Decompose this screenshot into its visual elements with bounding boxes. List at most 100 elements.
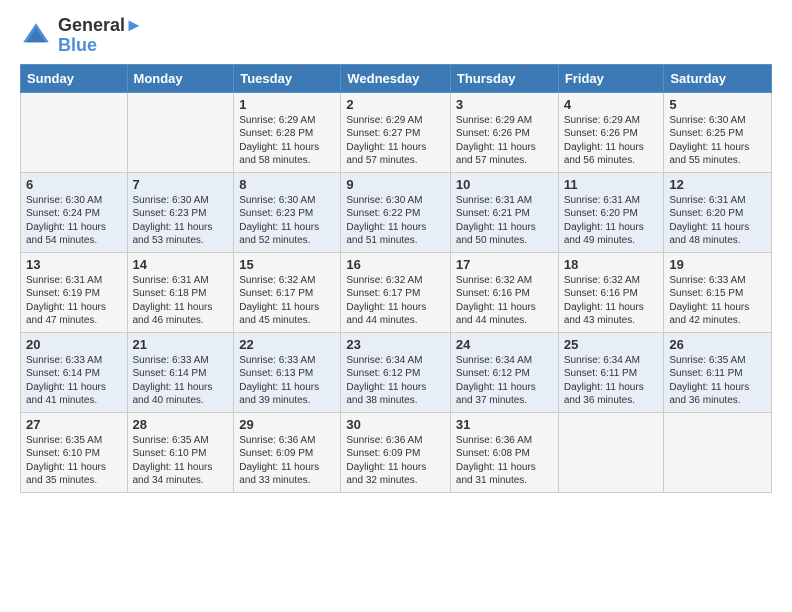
calendar-cell: 20 Sunrise: 6:33 AM Sunset: 6:14 PM Dayli… — [21, 332, 128, 412]
calendar-cell: 19 Sunrise: 6:33 AM Sunset: 6:15 PM Dayli… — [664, 252, 772, 332]
day-info: Sunrise: 6:32 AM Sunset: 6:17 PM Dayligh… — [239, 274, 335, 328]
calendar-cell: 5 Sunrise: 6:30 AM Sunset: 6:25 PM Daylig… — [664, 92, 772, 172]
calendar-cell: 24Sunrise: 6:34 AM Sunset: 6:12 PM Dayli… — [450, 332, 558, 412]
day-number: 3 — [456, 97, 553, 112]
day-info: Sunrise: 6:30 AM Sunset: 6:23 PM Dayligh… — [133, 194, 229, 248]
calendar-week-row: 6Sunrise: 6:30 AM Sunset: 6:24 PM Daylig… — [21, 172, 772, 252]
calendar-header: SundayMondayTuesdayWednesdayThursdayFrid… — [21, 64, 772, 92]
calendar-week-row: 13 Sunrise: 6:31 AM Sunset: 6:19 PM Dayli… — [21, 252, 772, 332]
calendar-cell: 23 Sunrise: 6:34 AM Sunset: 6:12 PM Dayli… — [341, 332, 451, 412]
day-number: 14 — [133, 257, 229, 272]
calendar-table: SundayMondayTuesdayWednesdayThursdayFrid… — [20, 64, 772, 493]
day-number: 21 — [133, 337, 229, 352]
weekday-header: Monday — [127, 64, 234, 92]
day-number: 18 — [564, 257, 659, 272]
day-number: 19 — [669, 257, 766, 272]
calendar-cell: 4 Sunrise: 6:29 AM Sunset: 6:26 PM Daylig… — [558, 92, 664, 172]
calendar-cell: 15 Sunrise: 6:32 AM Sunset: 6:17 PM Dayli… — [234, 252, 341, 332]
day-number: 30 — [346, 417, 445, 432]
day-number: 25 — [564, 337, 659, 352]
day-info: Sunrise: 6:31 AM Sunset: 6:18 PM Dayligh… — [133, 274, 229, 328]
day-number: 23 — [346, 337, 445, 352]
calendar-week-row: 1 Sunrise: 6:29 AM Sunset: 6:28 PM Daylig… — [21, 92, 772, 172]
day-number: 10 — [456, 177, 553, 192]
calendar-cell: 30 Sunrise: 6:36 AM Sunset: 6:09 PM Dayli… — [341, 412, 451, 492]
day-info: Sunrise: 6:29 AM Sunset: 6:26 PM Dayligh… — [456, 114, 553, 168]
day-info: Sunrise: 6:36 AM Sunset: 6:08 PM Dayligh… — [456, 434, 553, 488]
calendar-cell: 10 Sunrise: 6:31 AM Sunset: 6:21 PM Dayli… — [450, 172, 558, 252]
calendar-cell — [664, 412, 772, 492]
calendar-cell: 7 Sunrise: 6:30 AM Sunset: 6:23 PM Daylig… — [127, 172, 234, 252]
calendar-cell: 9 Sunrise: 6:30 AM Sunset: 6:22 PM Daylig… — [341, 172, 451, 252]
day-info: Sunrise: 6:33 AM Sunset: 6:13 PM Dayligh… — [239, 354, 335, 408]
day-info: Sunrise: 6:30 AM Sunset: 6:25 PM Dayligh… — [669, 114, 766, 168]
day-number: 15 — [239, 257, 335, 272]
day-number: 11 — [564, 177, 659, 192]
day-number: 4 — [564, 97, 659, 112]
calendar-cell: 27Sunrise: 6:35 AM Sunset: 6:10 PM Dayli… — [21, 412, 128, 492]
day-number: 28 — [133, 417, 229, 432]
calendar-cell: 11 Sunrise: 6:31 AM Sunset: 6:20 PM Dayli… — [558, 172, 664, 252]
day-number: 7 — [133, 177, 229, 192]
calendar-cell: 3 Sunrise: 6:29 AM Sunset: 6:26 PM Daylig… — [450, 92, 558, 172]
calendar-cell: 13 Sunrise: 6:31 AM Sunset: 6:19 PM Dayli… — [21, 252, 128, 332]
day-info: Sunrise: 6:31 AM Sunset: 6:19 PM Dayligh… — [26, 274, 122, 328]
day-info: Sunrise: 6:33 AM Sunset: 6:14 PM Dayligh… — [26, 354, 122, 408]
day-number: 31 — [456, 417, 553, 432]
weekday-header: Friday — [558, 64, 664, 92]
day-number: 26 — [669, 337, 766, 352]
day-number: 9 — [346, 177, 445, 192]
calendar-cell: 29Sunrise: 6:36 AM Sunset: 6:09 PM Dayli… — [234, 412, 341, 492]
calendar-cell: 16 Sunrise: 6:32 AM Sunset: 6:17 PM Dayli… — [341, 252, 451, 332]
calendar-cell: 12 Sunrise: 6:31 AM Sunset: 6:20 PM Dayli… — [664, 172, 772, 252]
day-info: Sunrise: 6:36 AM Sunset: 6:09 PM Dayligh… — [346, 434, 445, 488]
calendar-cell: 28 Sunrise: 6:35 AM Sunset: 6:10 PM Dayli… — [127, 412, 234, 492]
day-number: 13 — [26, 257, 122, 272]
weekday-header: Saturday — [664, 64, 772, 92]
calendar-cell: 17 Sunrise: 6:32 AM Sunset: 6:16 PM Dayli… — [450, 252, 558, 332]
weekday-header: Wednesday — [341, 64, 451, 92]
calendar-week-row: 27 Sunrise: 6:35 AM Sunset: 6:10 PM Dayli… — [21, 412, 772, 492]
calendar-cell — [558, 412, 664, 492]
day-number: 12 — [669, 177, 766, 192]
calendar-cell: 22Sunrise: 6:33 AM Sunset: 6:13 PM Dayli… — [234, 332, 341, 412]
day-info: Sunrise: 6:32 AM Sunset: 6:16 PM Dayligh… — [564, 274, 659, 328]
calendar-cell: 14 Sunrise: 6:31 AM Sunset: 6:18 PM Dayli… — [127, 252, 234, 332]
day-number: 8 — [239, 177, 335, 192]
weekday-header: Tuesday — [234, 64, 341, 92]
day-number: 16 — [346, 257, 445, 272]
calendar-cell: 25Sunrise: 6:34 AM Sunset: 6:11 PM Dayli… — [558, 332, 664, 412]
calendar-week-row: 20 Sunrise: 6:33 AM Sunset: 6:14 PM Dayli… — [21, 332, 772, 412]
day-info: Sunrise: 6:29 AM Sunset: 6:28 PM Dayligh… — [239, 114, 335, 168]
day-info: Sunrise: 6:35 AM Sunset: 6:10 PM Dayligh… — [133, 434, 229, 488]
page-header: General► Blue — [20, 16, 772, 56]
weekday-header: Thursday — [450, 64, 558, 92]
logo-text: General► Blue — [58, 16, 143, 56]
calendar-cell — [21, 92, 128, 172]
calendar-cell: 18 Sunrise: 6:32 AM Sunset: 6:16 PM Dayli… — [558, 252, 664, 332]
day-number: 17 — [456, 257, 553, 272]
day-info: Sunrise: 6:29 AM Sunset: 6:27 PM Dayligh… — [346, 114, 445, 168]
day-info: Sunrise: 6:33 AM Sunset: 6:15 PM Dayligh… — [669, 274, 766, 328]
day-info: Sunrise: 6:32 AM Sunset: 6:16 PM Dayligh… — [456, 274, 553, 328]
calendar-cell: 2 Sunrise: 6:29 AM Sunset: 6:27 PM Daylig… — [341, 92, 451, 172]
day-info: Sunrise: 6:30 AM Sunset: 6:22 PM Dayligh… — [346, 194, 445, 248]
day-info: Sunrise: 6:31 AM Sunset: 6:20 PM Dayligh… — [564, 194, 659, 248]
day-info: Sunrise: 6:35 AM Sunset: 6:11 PM Dayligh… — [669, 354, 766, 408]
weekday-header: Sunday — [21, 64, 128, 92]
day-info: Sunrise: 6:30 AM Sunset: 6:23 PM Dayligh… — [239, 194, 335, 248]
day-number: 20 — [26, 337, 122, 352]
day-number: 5 — [669, 97, 766, 112]
day-info: Sunrise: 6:32 AM Sunset: 6:17 PM Dayligh… — [346, 274, 445, 328]
day-number: 29 — [239, 417, 335, 432]
day-number: 24 — [456, 337, 553, 352]
day-info: Sunrise: 6:31 AM Sunset: 6:20 PM Dayligh… — [669, 194, 766, 248]
day-info: Sunrise: 6:34 AM Sunset: 6:12 PM Dayligh… — [346, 354, 445, 408]
calendar-cell — [127, 92, 234, 172]
day-number: 2 — [346, 97, 445, 112]
logo: General► Blue — [20, 16, 143, 56]
day-info: Sunrise: 6:29 AM Sunset: 6:26 PM Dayligh… — [564, 114, 659, 168]
day-number: 27 — [26, 417, 122, 432]
day-number: 1 — [239, 97, 335, 112]
day-info: Sunrise: 6:31 AM Sunset: 6:21 PM Dayligh… — [456, 194, 553, 248]
